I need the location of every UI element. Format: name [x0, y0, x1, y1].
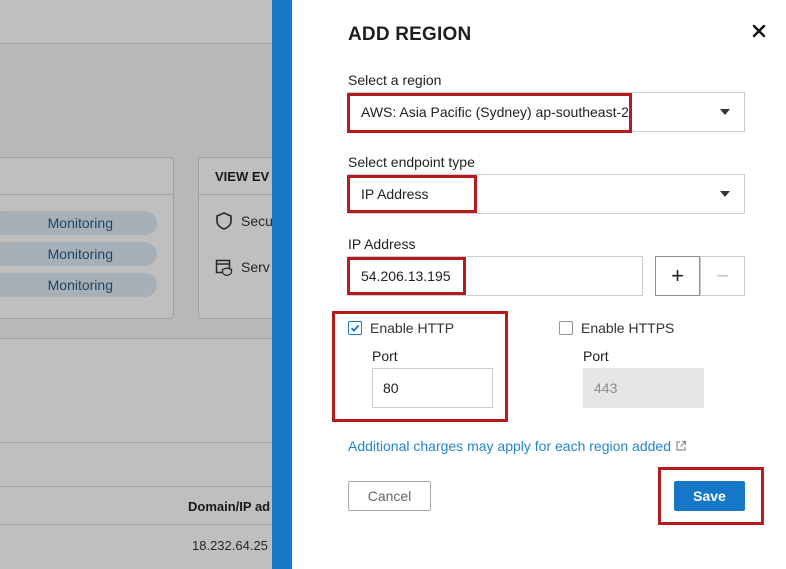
endpoint-type-label: Select endpoint type [348, 154, 475, 170]
http-port-label: Port [372, 348, 398, 364]
add-region-modal: ADD REGION Select a region AWS: Asia Pac… [292, 0, 786, 569]
minus-icon: − [716, 263, 729, 288]
region-select[interactable]: AWS: Asia Pacific (Sydney) ap-southeast-… [348, 92, 745, 132]
close-icon [752, 24, 766, 38]
chevron-down-icon [720, 191, 730, 197]
modal-title: ADD REGION [348, 24, 472, 45]
https-port-input: 443 [583, 368, 704, 408]
region-select-value: AWS: Asia Pacific (Sydney) ap-southeast-… [361, 104, 629, 120]
add-ip-button[interactable]: + [655, 256, 700, 296]
chevron-down-icon [720, 109, 730, 115]
enable-http-checkbox[interactable]: Enable HTTP [348, 320, 454, 336]
https-port-label: Port [583, 348, 609, 364]
checkbox-checked-icon [348, 321, 362, 335]
checkbox-unchecked-icon [559, 321, 573, 335]
save-button[interactable]: Save [674, 481, 745, 511]
additional-charges-link[interactable]: Additional charges may apply for each re… [348, 438, 687, 454]
endpoint-type-select[interactable]: IP Address [348, 174, 745, 214]
http-port-input[interactable]: 80 [372, 368, 493, 408]
external-link-icon [676, 440, 687, 451]
enable-http-label: Enable HTTP [370, 320, 455, 336]
region-label: Select a region [348, 72, 442, 88]
enable-https-checkbox[interactable]: Enable HTTPS [559, 320, 674, 336]
enable-https-label: Enable HTTPS [581, 320, 675, 336]
additional-charges-text: Additional charges may apply for each re… [348, 438, 671, 454]
modal-backdrop[interactable] [0, 0, 272, 569]
remove-ip-button[interactable]: − [700, 256, 745, 296]
ip-address-input[interactable]: 54.206.13.195 [348, 256, 643, 296]
endpoint-type-value: IP Address [361, 186, 429, 202]
ip-address-label: IP Address [348, 236, 416, 252]
cancel-button[interactable]: Cancel [348, 481, 431, 511]
modal-accent-bar [272, 0, 292, 569]
plus-icon: + [671, 263, 684, 288]
close-button[interactable] [748, 20, 770, 42]
